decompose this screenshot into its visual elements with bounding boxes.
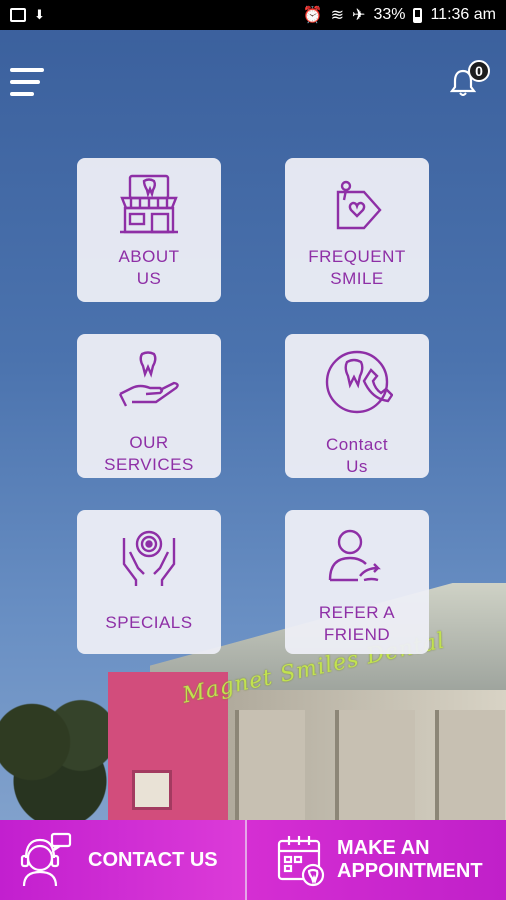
- airplane-icon: ✈: [352, 7, 366, 24]
- user-share-icon: [328, 529, 381, 582]
- tooth-phone-icon: [325, 350, 393, 414]
- contact-us-label: Contact Us: [325, 435, 389, 476]
- alarm-icon: ⏰: [302, 7, 323, 24]
- tooth-hand-icon: [118, 351, 179, 407]
- bottom-action-bar: CONTACT US MAKE AN APPOINTMENT: [0, 820, 506, 900]
- status-bar: ⬇ ⏰ ≋ ✈ 33% 11:36 am: [0, 0, 506, 30]
- gallery-icon: [10, 8, 26, 22]
- menu-line: [10, 92, 34, 96]
- download-icon: ⬇: [34, 7, 45, 22]
- building-facade: [225, 690, 506, 820]
- contact-us-tile[interactable]: Contact Us: [285, 334, 429, 478]
- refer-friend-tile[interactable]: REFER A FRIEND: [285, 510, 429, 654]
- support-agent-icon: [20, 832, 72, 887]
- heart-tag-icon: [336, 180, 382, 230]
- dental-clinic-icon: [120, 174, 178, 234]
- frequent-smile-label: FREQUENT SMILE: [308, 247, 406, 288]
- wifi-icon: ≋: [330, 7, 345, 24]
- contact-us-button[interactable]: CONTACT US: [0, 820, 245, 900]
- hamburger-menu-button[interactable]: [10, 68, 44, 96]
- notifications-button[interactable]: 0: [450, 60, 492, 96]
- frequent-smile-tile[interactable]: FREQUENT SMILE: [285, 158, 429, 302]
- menu-line: [10, 80, 40, 84]
- background-photo: Magnet Smiles Dental: [0, 0, 506, 900]
- contact-us-button-label: CONTACT US: [88, 848, 218, 871]
- our-services-tile[interactable]: OUR SERVICES: [77, 334, 221, 478]
- about-us-tile[interactable]: ABOUT US: [77, 158, 221, 302]
- make-appointment-button[interactable]: MAKE AN APPOINTMENT: [245, 820, 506, 900]
- calendar-tooth-icon: [277, 836, 325, 887]
- our-services-label: OUR SERVICES: [104, 433, 194, 474]
- notification-badge: 0: [468, 60, 490, 82]
- specials-label: SPECIALS: [105, 613, 193, 632]
- target-hands-icon: [122, 530, 176, 586]
- refer-friend-label: REFER A FRIEND: [318, 603, 396, 644]
- menu-line: [10, 68, 44, 72]
- about-us-label: ABOUT US: [118, 247, 180, 288]
- battery-percent: 33%: [373, 6, 406, 23]
- battery-icon: [413, 7, 423, 23]
- clock-time: 11:36 am: [430, 6, 496, 23]
- specials-tile[interactable]: SPECIALS: [77, 510, 221, 654]
- make-appointment-button-label: MAKE AN APPOINTMENT: [337, 837, 483, 882]
